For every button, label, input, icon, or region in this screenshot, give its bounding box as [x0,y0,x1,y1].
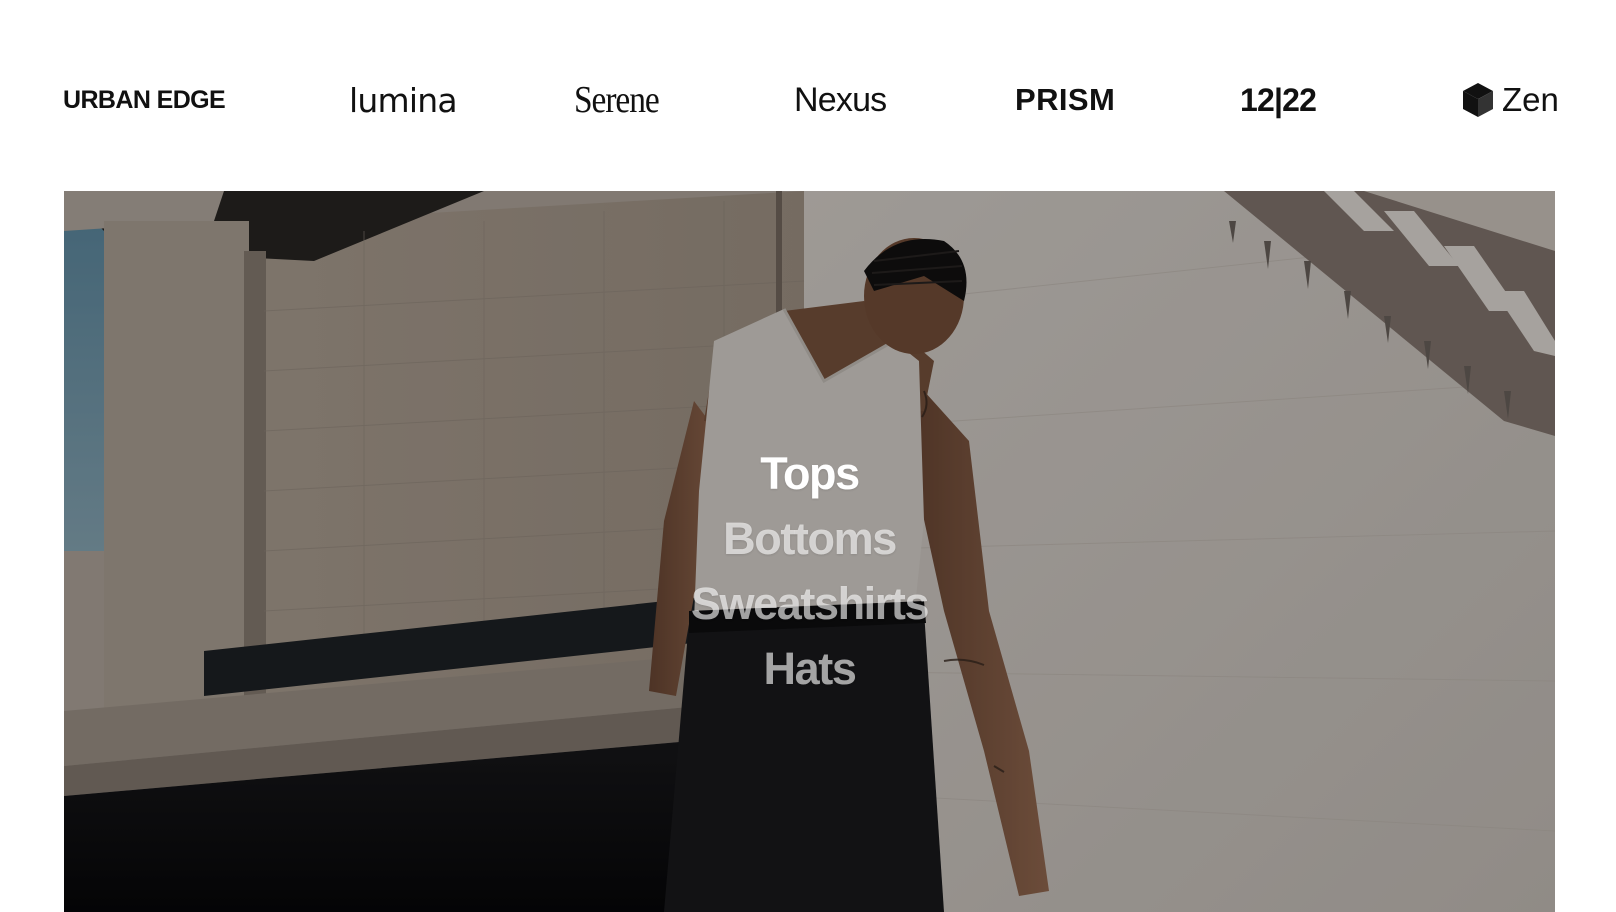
category-link-hats[interactable]: Hats [64,636,1555,701]
cube-icon [1462,82,1494,118]
brand-logo-lumina[interactable]: lumina [349,60,458,140]
brand-logo-prism[interactable]: PRISM [1015,60,1115,140]
brand-logo-zen[interactable]: Zen [1462,60,1559,140]
brand-logo-nexus[interactable]: Nexus [794,60,887,140]
brand-logo-urban-edge[interactable]: URBAN EDGE [63,60,226,140]
brand-logo-1222[interactable]: 12|22 [1240,60,1317,140]
category-link-bottoms[interactable]: Bottoms [64,506,1555,571]
page: URBAN EDGE lumina Serene Nexus PRISM 12|… [0,0,1616,912]
brand-logo-serene[interactable]: Serene [574,60,660,140]
category-link-sweatshirts[interactable]: Sweatshirts [64,571,1555,636]
hero-banner: Tops Bottoms Sweatshirts Hats [64,191,1555,912]
brand-logo-strip: URBAN EDGE lumina Serene Nexus PRISM 12|… [0,60,1616,140]
brand-logo-label: Zen [1502,81,1559,118]
category-menu: Tops Bottoms Sweatshirts Hats [64,441,1555,701]
category-link-tops[interactable]: Tops [64,441,1555,506]
